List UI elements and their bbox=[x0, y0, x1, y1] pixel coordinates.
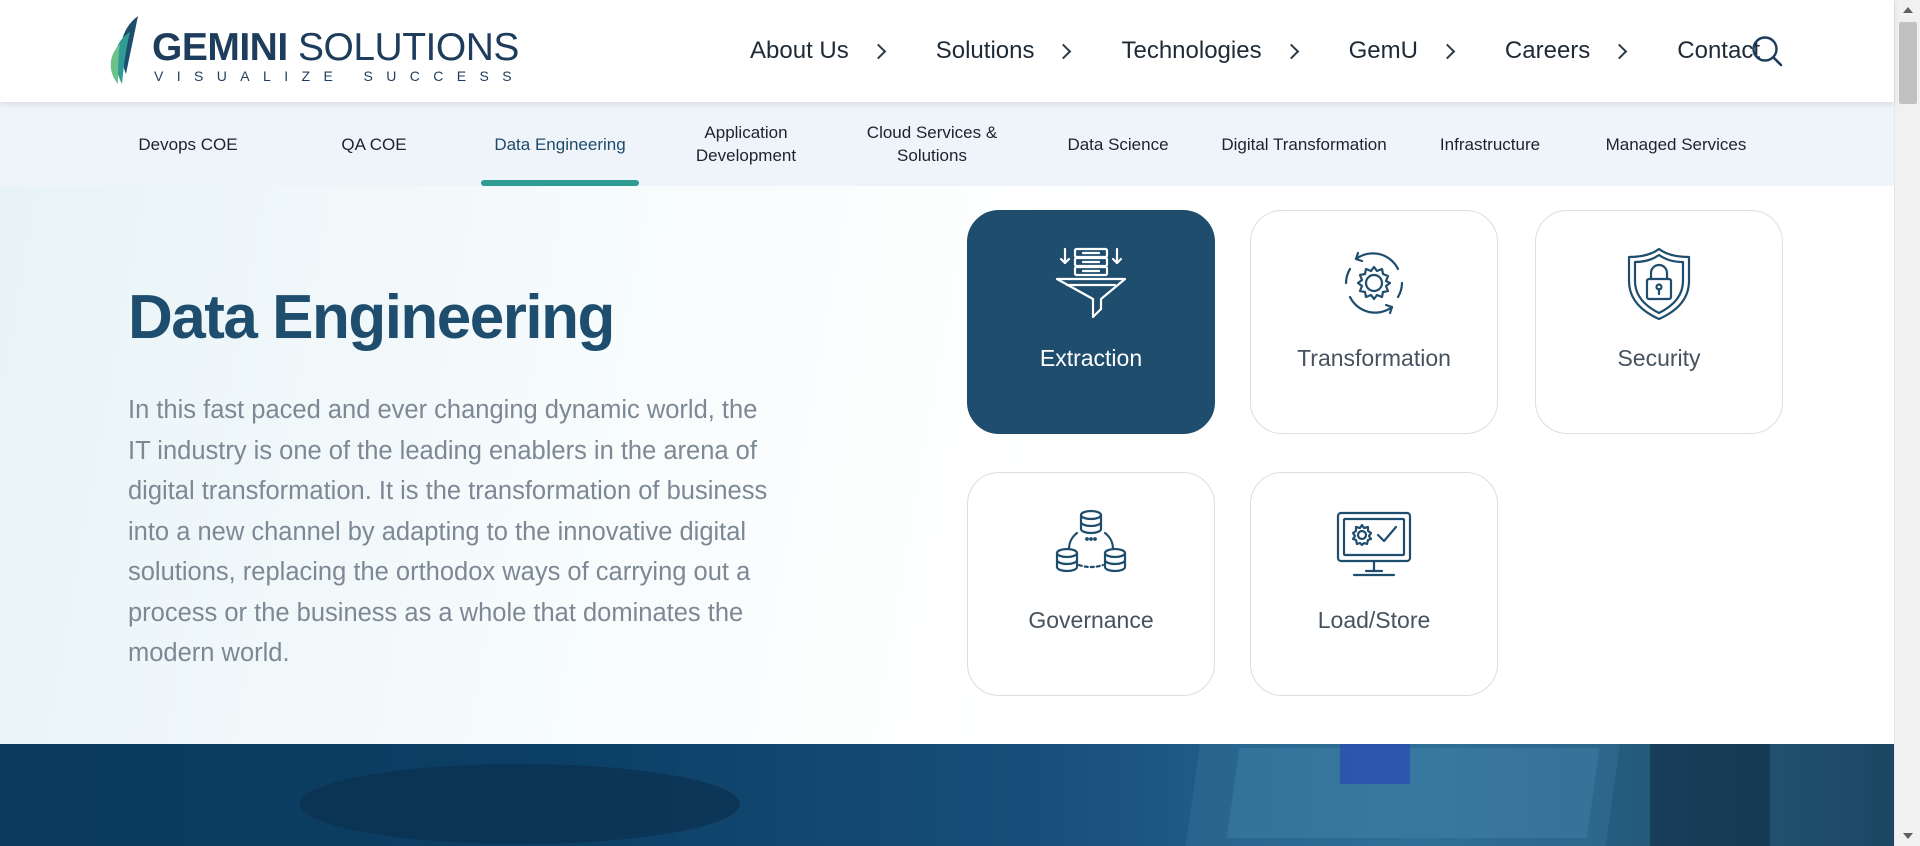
gear-cycle-icon bbox=[1344, 251, 1404, 315]
database-network-icon bbox=[1055, 509, 1127, 573]
site-header: GEMINI SOLUTIONS VISUALIZE SUCCESS About… bbox=[0, 0, 1894, 102]
search-icon bbox=[1752, 36, 1783, 67]
card-label: Security bbox=[1617, 345, 1701, 371]
scrollbar-thumb[interactable] bbox=[1899, 22, 1917, 104]
nav-gemu[interactable]: GemU bbox=[1349, 37, 1457, 65]
nav-technologies[interactable]: Technologies bbox=[1121, 37, 1300, 65]
leaf-logo-icon bbox=[110, 16, 138, 84]
subnav-cloud-services[interactable]: Cloud Services & Solutions bbox=[839, 102, 1025, 186]
subnav-qa-coe[interactable]: QA COE bbox=[281, 102, 467, 186]
card-governance[interactable]: Governance bbox=[967, 472, 1215, 696]
scroll-down-arrow-icon[interactable] bbox=[1895, 826, 1920, 846]
gemini-logo[interactable]: GEMINI SOLUTIONS VISUALIZE SUCCESS bbox=[108, 14, 519, 86]
funnel-extraction-icon bbox=[1055, 247, 1127, 319]
nav-label: Contact bbox=[1677, 37, 1760, 64]
shield-lock-icon bbox=[1627, 247, 1691, 321]
card-transformation[interactable]: Transformation bbox=[1250, 210, 1498, 434]
logo-tagline: VISUALIZE SUCCESS bbox=[154, 68, 525, 84]
nav-solutions[interactable]: Solutions bbox=[936, 37, 1074, 65]
page-title: Data Engineering bbox=[128, 283, 615, 352]
chevron-right-icon bbox=[1283, 43, 1299, 59]
chevron-right-icon bbox=[1439, 43, 1456, 59]
logo-wordmark: GEMINI SOLUTIONS bbox=[152, 26, 519, 69]
card-label: Transformation bbox=[1297, 345, 1451, 371]
nav-label: Solutions bbox=[935, 37, 1035, 64]
laptop-background-illustration bbox=[300, 744, 1770, 846]
nav-label: GemU bbox=[1348, 37, 1418, 64]
card-label: Extraction bbox=[1039, 345, 1143, 371]
nav-about-us[interactable]: About Us bbox=[750, 37, 888, 65]
card-label: Load/Store bbox=[1317, 607, 1431, 633]
hero-banner-image bbox=[0, 744, 1894, 846]
subnav-data-science[interactable]: Data Science bbox=[1025, 102, 1211, 186]
chevron-right-icon bbox=[870, 43, 887, 59]
nav-label: About Us bbox=[750, 37, 849, 64]
hero-description: In this fast paced and ever changing dyn… bbox=[128, 396, 768, 667]
nav-careers[interactable]: Careers bbox=[1505, 37, 1629, 65]
card-extraction[interactable]: Extraction bbox=[967, 210, 1215, 434]
card-load-store[interactable]: Load/Store bbox=[1250, 472, 1498, 696]
nav-label: Technologies bbox=[1121, 37, 1262, 64]
subnav-devops-coe[interactable]: Devops COE bbox=[95, 102, 281, 186]
card-label: Governance bbox=[1028, 607, 1154, 633]
scroll-up-arrow-icon[interactable] bbox=[1895, 0, 1920, 20]
subnav-application-development[interactable]: Application Development bbox=[653, 102, 839, 186]
service-subnav: Devops COE QA COE Data Engineering Appli… bbox=[0, 102, 1894, 186]
page-scrollbar[interactable] bbox=[1894, 0, 1920, 846]
nav-contact[interactable]: Contact bbox=[1677, 37, 1760, 65]
card-security[interactable]: Security bbox=[1535, 210, 1783, 434]
subnav-data-engineering[interactable]: Data Engineering bbox=[467, 102, 653, 186]
monitor-gear-check-icon bbox=[1336, 511, 1412, 577]
subnav-managed-services[interactable]: Managed Services bbox=[1583, 102, 1769, 186]
hero-section: Data Engineering In this fast paced and … bbox=[0, 186, 1894, 744]
chevron-right-icon bbox=[1612, 43, 1628, 59]
subnav-digital-transformation[interactable]: Digital Transformation bbox=[1211, 102, 1397, 186]
chevron-right-icon bbox=[1056, 43, 1072, 59]
search-button[interactable] bbox=[1750, 34, 1784, 68]
nav-label: Careers bbox=[1504, 37, 1591, 64]
main-navigation: About Us Solutions Technologies GemU Car… bbox=[750, 30, 1760, 72]
subnav-infrastructure[interactable]: Infrastructure bbox=[1397, 102, 1583, 186]
